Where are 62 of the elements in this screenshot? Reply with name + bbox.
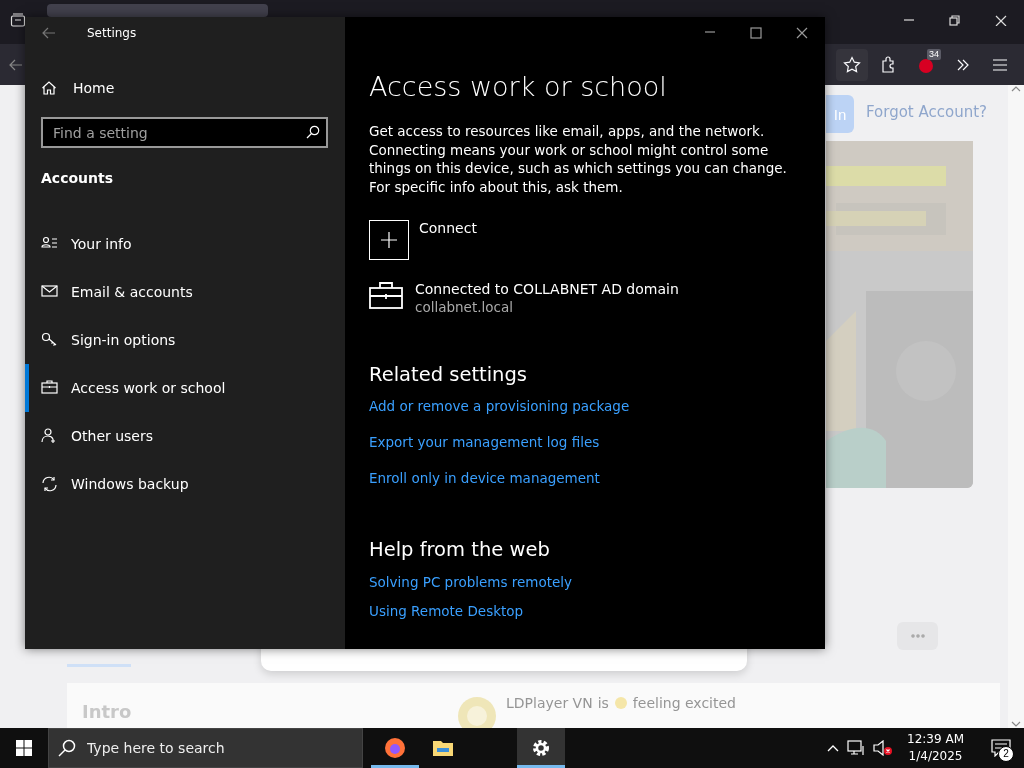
window-title: Settings	[87, 26, 137, 40]
clock-time: 12:39 AM	[907, 731, 964, 748]
page-heading: Access work or school	[369, 71, 668, 102]
menu-icon	[992, 56, 1008, 73]
account-title[interactable]: Connected to COLLABNET AD domain	[415, 281, 679, 297]
link[interactable]: Add or remove a provisioning package	[369, 398, 630, 414]
notification-count: 2	[998, 746, 1014, 762]
search-icon	[306, 125, 320, 139]
link[interactable]: Enroll only in device management	[369, 470, 600, 486]
search-field[interactable]: Type here to search	[48, 728, 363, 768]
description-text: Get access to resources like email, apps, and the network. Connecting means your work or school might control some things on this device, such as which settings you can change. For specific info about this, ask them.	[369, 122, 788, 196]
connect-button[interactable]: Connect	[369, 220, 825, 260]
briefcase-icon	[41, 380, 58, 396]
message-icon	[991, 739, 1011, 757]
tab-list-icon[interactable]	[10, 12, 26, 28]
person-plus-icon	[41, 428, 58, 444]
sync-icon	[41, 476, 58, 492]
briefcase-icon	[369, 281, 403, 309]
plus-icon	[381, 232, 397, 248]
link[interactable]: Using Remote Desktop	[369, 603, 524, 619]
search-field[interactable]: Find a setting	[41, 117, 328, 148]
clock[interactable]: 12:39 AM 1/4/2025	[901, 731, 970, 765]
envelope-icon	[41, 284, 58, 300]
maximize-icon	[750, 27, 762, 39]
notifications-button[interactable]: 2	[978, 728, 1024, 768]
account-subtitle: collabnet.local	[415, 299, 514, 315]
badge-count: 34	[927, 48, 941, 60]
scroll-down-icon[interactable]	[1011, 720, 1021, 728]
key-icon	[41, 332, 58, 348]
windows-logo-icon	[16, 740, 32, 756]
scroll-up-icon[interactable]	[1011, 85, 1021, 93]
volume-muted-icon[interactable]	[873, 740, 894, 756]
nav-item[interactable]: Your info	[25, 220, 345, 268]
home-icon	[41, 80, 57, 96]
nav-item[interactable]: Email & accounts	[25, 268, 345, 316]
nav-item[interactable]: Sign-in options	[25, 316, 345, 364]
bookmark-button[interactable]	[836, 48, 868, 81]
more-icon	[910, 634, 925, 638]
section-heading: Accounts	[41, 170, 114, 186]
smiley-icon	[613, 696, 628, 710]
star-icon	[843, 55, 861, 74]
close-icon	[796, 27, 808, 39]
tab-underline	[67, 664, 131, 667]
restore-icon	[949, 14, 961, 26]
post-text: is	[597, 695, 609, 711]
chevron-up-icon[interactable]	[827, 744, 840, 752]
link[interactable]: Solving PC problems remotely	[369, 574, 573, 590]
home-link[interactable]: Home	[25, 73, 345, 103]
search-icon	[58, 739, 76, 757]
back-arrow-icon	[42, 27, 56, 39]
nav-item[interactable]: Windows backup	[25, 460, 345, 508]
gear-icon	[530, 737, 552, 759]
link[interactable]: Export your management log files	[369, 434, 600, 450]
feeling-text: feeling excited	[632, 695, 736, 711]
section-heading: Help from the web	[369, 538, 551, 561]
nav-item[interactable]: Other users	[25, 412, 345, 460]
network-icon[interactable]	[847, 740, 866, 756]
close-icon	[995, 14, 1007, 26]
section-heading: Related settings	[369, 363, 529, 386]
taskbar-app[interactable]	[517, 728, 565, 768]
extension-button[interactable]: 34	[910, 48, 942, 81]
clock-date: 1/4/2025	[907, 748, 964, 765]
